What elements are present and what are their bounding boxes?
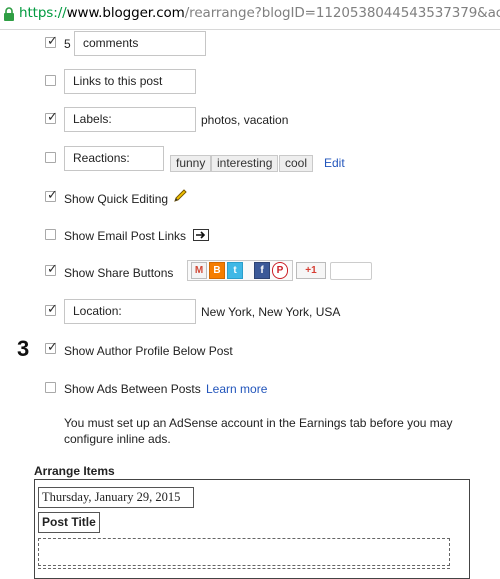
pinterest-icon[interactable]: P bbox=[272, 262, 288, 279]
check-mark-icon: ✓ bbox=[47, 110, 58, 125]
reactions-input[interactable]: Reactions: bbox=[64, 146, 164, 171]
quick-editing-label: Show Quick Editing bbox=[64, 192, 169, 206]
learn-more-link[interactable]: Learn more bbox=[206, 382, 267, 396]
comments-count: 5 bbox=[64, 37, 71, 51]
address-bar[interactable]: https://www.blogger.com/rearrange?blogID… bbox=[0, 0, 500, 30]
comments-checkbox[interactable]: ✓ bbox=[45, 34, 58, 49]
email-links-label: Show Email Post Links bbox=[64, 229, 187, 243]
reaction-option-interesting: interesting bbox=[211, 155, 279, 172]
url-text[interactable]: https://www.blogger.com/rearrange?blogID… bbox=[19, 5, 500, 21]
adsense-note-line2: configure inline ads. bbox=[64, 432, 171, 446]
ads-between-checkbox[interactable] bbox=[45, 382, 56, 393]
check-mark-icon: ✓ bbox=[47, 340, 58, 355]
adsense-note-line1: You must set up an AdSense account in th… bbox=[64, 416, 453, 430]
date-header-item[interactable]: Thursday, January 29, 2015 bbox=[38, 487, 194, 508]
arrange-items-heading: Arrange Items bbox=[34, 464, 115, 478]
comments-label-input[interactable]: comments bbox=[74, 31, 206, 56]
reactions-edit-link[interactable]: Edit bbox=[324, 156, 345, 170]
reaction-option-cool: cool bbox=[279, 155, 314, 172]
reaction-option-funny: funny bbox=[170, 155, 212, 172]
blogger-icon[interactable]: B bbox=[209, 262, 225, 279]
location-checkbox[interactable]: ✓ bbox=[45, 302, 58, 317]
step-marker: 3 bbox=[17, 336, 30, 361]
author-profile-label: Show Author Profile Below Post bbox=[64, 344, 233, 358]
plus-one-count-bubble bbox=[330, 262, 372, 280]
check-mark-icon: ✓ bbox=[47, 188, 58, 203]
links-to-post-input[interactable]: Links to this post bbox=[64, 69, 196, 94]
pencil-icon bbox=[174, 189, 187, 202]
check-mark-icon: ✓ bbox=[47, 302, 58, 317]
gmail-icon[interactable]: M bbox=[191, 262, 207, 279]
location-value: New York, New York, USA bbox=[201, 305, 341, 319]
labels-checkbox[interactable]: ✓ bbox=[45, 110, 58, 125]
location-input[interactable]: Location: bbox=[64, 299, 196, 324]
labels-input[interactable]: Labels: bbox=[64, 107, 196, 132]
reactions-checkbox[interactable] bbox=[45, 152, 56, 163]
ads-between-label: Show Ads Between Posts bbox=[64, 382, 201, 396]
share-buttons-label: Show Share Buttons bbox=[64, 266, 174, 280]
quick-editing-checkbox[interactable]: ✓ bbox=[45, 188, 58, 203]
drop-zone[interactable] bbox=[38, 538, 450, 566]
check-mark-icon: ✓ bbox=[47, 34, 58, 49]
lock-icon bbox=[4, 7, 14, 21]
author-profile-checkbox[interactable]: ✓ bbox=[45, 340, 58, 355]
google-plus-icon[interactable]: +1 bbox=[296, 262, 326, 279]
check-mark-icon: ✓ bbox=[47, 262, 58, 277]
post-title-item[interactable]: Post Title bbox=[38, 512, 100, 533]
twitter-icon[interactable]: t bbox=[227, 262, 243, 279]
share-buttons-checkbox[interactable]: ✓ bbox=[45, 262, 58, 277]
links-to-post-checkbox[interactable] bbox=[45, 75, 56, 86]
email-forward-icon bbox=[193, 229, 209, 241]
email-links-checkbox[interactable] bbox=[45, 229, 56, 240]
labels-value: photos, vacation bbox=[201, 113, 289, 127]
facebook-icon[interactable]: f bbox=[254, 262, 270, 279]
